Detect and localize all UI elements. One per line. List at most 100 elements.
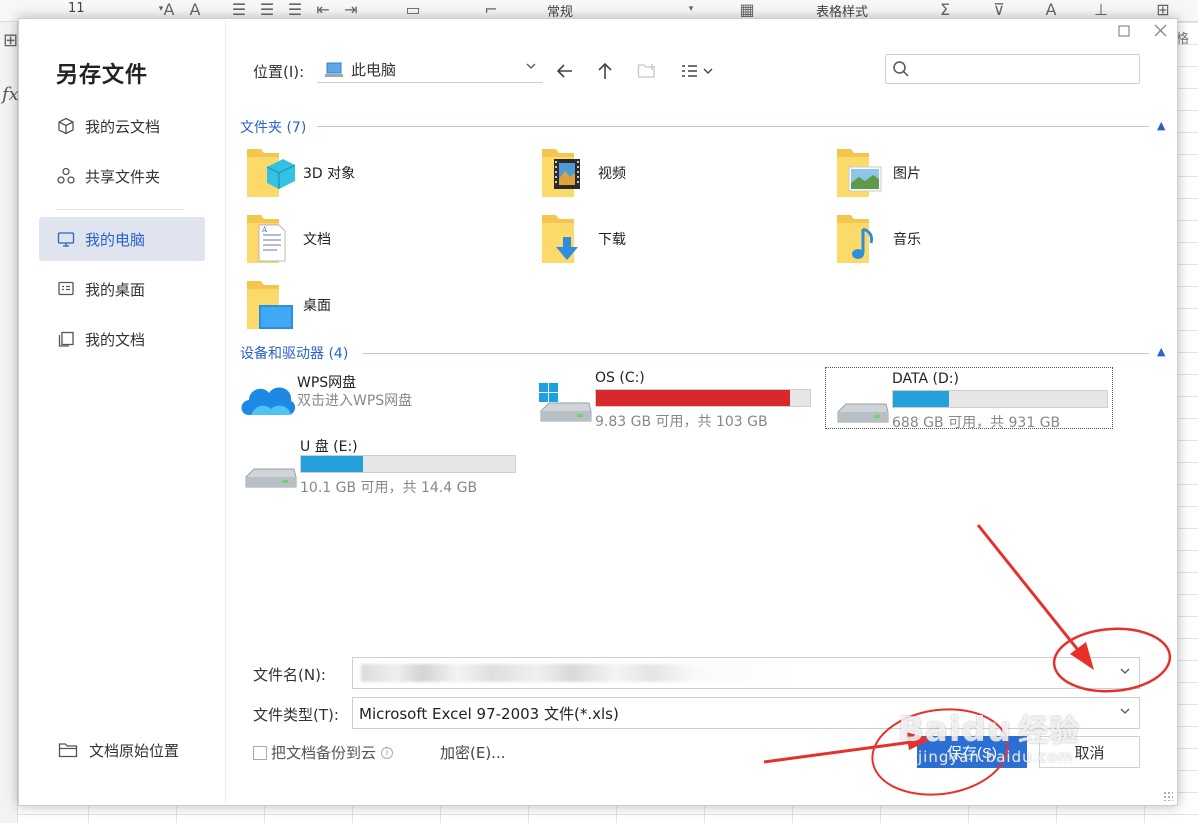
wps-cloud-icon — [241, 387, 296, 415]
folder-icon — [57, 739, 79, 761]
maximize-button[interactable] — [1113, 21, 1135, 43]
drive-space-info: 10.1 GB 可用，共 14.4 GB — [300, 480, 478, 496]
drive-usage-fill — [301, 456, 364, 472]
filter-icon[interactable]: ⊽ — [988, 0, 1010, 20]
list-view-icon — [682, 65, 713, 77]
resize-grip[interactable] — [1163, 791, 1173, 801]
original-location-label: 文档原始位置 — [89, 741, 180, 760]
filename-field[interactable] — [352, 657, 1140, 689]
wps-cloud-drive[interactable]: WPS网盘 双击进入WPS网盘 — [231, 369, 519, 431]
drive-name: OS (C:) — [595, 370, 645, 386]
documents-icon — [55, 328, 77, 350]
search-field[interactable] — [885, 54, 1140, 84]
folders-section-header[interactable]: 文件夹 (7) — [240, 117, 306, 137]
drive-subtitle: 双击进入WPS网盘 — [297, 393, 413, 409]
folder-3d-objects[interactable]: 3D 对象 — [243, 143, 523, 203]
font-size-box[interactable]: 11 — [68, 1, 85, 16]
folder-pictures[interactable]: 图片 — [833, 143, 1113, 203]
original-location-link[interactable]: 文档原始位置 — [57, 739, 179, 761]
collapse-up-icon[interactable]: ▲ — [1157, 119, 1165, 132]
folder-name: 图片 — [893, 166, 921, 182]
sort-icon[interactable]: A — [1040, 0, 1062, 20]
dialog-title: 另存文件 — [56, 63, 149, 88]
drive-usage-bar — [892, 390, 1108, 408]
folder-music[interactable]: 音乐 — [833, 209, 1113, 269]
close-button[interactable] — [1149, 21, 1171, 43]
encrypt-link[interactable]: 加密(E)... — [440, 742, 506, 763]
drive-c[interactable]: OS (C:) 9.83 GB 可用，共 103 GB — [529, 367, 817, 430]
monitor-icon — [55, 228, 77, 250]
sidebar-item-shared-folder[interactable]: 共享文件夹 — [39, 154, 205, 198]
drive-name: DATA (D:) — [892, 371, 959, 387]
folder-documents[interactable]: A 文档 — [243, 209, 523, 269]
sidebar-divider — [56, 209, 184, 210]
share-icon — [55, 165, 77, 187]
filetype-value: Microsoft Excel 97-2003 文件(*.xls) — [359, 704, 619, 723]
sum-icon[interactable]: Σ — [934, 0, 956, 20]
sidebar-item-cloud-docs[interactable]: 我的云文档 — [39, 104, 205, 148]
sidebar-item-my-computer[interactable]: 我的电脑 — [39, 217, 205, 261]
new-folder-button[interactable] — [633, 57, 661, 85]
align-left-icon[interactable]: ☰ — [228, 0, 250, 20]
sidebar-item-label: 我的文档 — [85, 330, 146, 349]
sidebar-item-label: 我的桌面 — [85, 280, 146, 299]
fx-label[interactable]: fx — [2, 84, 19, 105]
location-select[interactable]: 此电脑 — [317, 57, 543, 83]
align-right-icon[interactable]: ☰ — [284, 0, 306, 20]
arrow-left-icon — [556, 64, 572, 78]
increase-font-icon[interactable]: A — [158, 0, 180, 20]
format-icon[interactable]: ⊞ — [1152, 0, 1174, 20]
drive-space-info: 9.83 GB 可用，共 103 GB — [595, 414, 768, 430]
chevron-down-icon — [1119, 705, 1131, 720]
cell-style-icon[interactable]: ⊞ — [3, 30, 18, 51]
usb-drive-icon — [245, 468, 297, 488]
section-divider — [317, 126, 1149, 127]
align-center-icon[interactable]: ☰ — [256, 0, 278, 20]
drive-d[interactable]: DATA (D:) 688 GB 可用，共 931 GB — [825, 367, 1113, 431]
folder-name: 文档 — [303, 232, 331, 248]
conditional-format-icon[interactable]: ▦ — [736, 0, 758, 20]
drive-usage-fill — [893, 391, 949, 407]
folder-name: 下载 — [598, 232, 626, 248]
up-button[interactable] — [591, 57, 619, 85]
merge-cells-icon[interactable]: ▭ — [402, 0, 424, 20]
hard-drive-icon — [837, 403, 889, 423]
collapse-up-icon[interactable]: ▲ — [1157, 345, 1165, 358]
chevron-down-icon[interactable] — [1119, 665, 1131, 680]
folders-section-title: 文件夹 (7) — [240, 120, 307, 136]
devices-section-header[interactable]: 设备和驱动器 (4) — [240, 343, 348, 363]
view-mode-button[interactable] — [677, 57, 717, 85]
folder-name: 视频 — [598, 166, 626, 182]
windows-drive-icon — [539, 383, 592, 422]
watermark-brand-cn: 经验 — [1018, 714, 1081, 749]
sidebar-item-my-documents[interactable]: 我的文档 — [39, 317, 205, 361]
back-button[interactable] — [551, 57, 579, 85]
folder-name: 3D 对象 — [303, 166, 356, 182]
folder-desktop[interactable]: 桌面 — [243, 275, 523, 335]
devices-section-title: 设备和驱动器 (4) — [240, 346, 349, 362]
folder-downloads[interactable]: 下载 — [538, 209, 818, 269]
drive-e[interactable]: U 盘 (E:) 10.1 GB 可用，共 14.4 GB — [234, 433, 522, 496]
desktop-icon — [55, 278, 77, 300]
decrease-font-icon[interactable]: A — [184, 0, 206, 20]
arrow-up-icon — [598, 62, 612, 79]
wrap-text-icon[interactable]: ⌐ — [480, 0, 502, 20]
chevron-down-icon — [525, 60, 537, 75]
baidu-watermark: Baidu 经验 — [898, 706, 1080, 750]
info-icon[interactable]: i — [381, 746, 394, 759]
ribbon-side-text: 格 — [1176, 32, 1190, 47]
location-value: 此电脑 — [351, 61, 397, 79]
music-folder-icon — [833, 211, 885, 267]
svg-text:A: A — [261, 226, 268, 234]
checkbox-box[interactable] — [253, 745, 267, 760]
folder-videos[interactable]: 视频 — [538, 143, 818, 203]
indent-increase-icon[interactable]: ⇥ — [340, 0, 362, 20]
indent-decrease-icon[interactable]: ⇤ — [312, 0, 334, 20]
drive-name: U 盘 (E:) — [300, 439, 358, 455]
sidebar-item-my-desktop[interactable]: 我的桌面 — [39, 267, 205, 311]
backup-to-cloud-checkbox[interactable]: 把文档备份到云 i — [253, 742, 394, 763]
section-divider — [363, 353, 1149, 354]
row-header — [0, 22, 18, 823]
search-input[interactable] — [916, 59, 1134, 79]
fill-icon[interactable]: ⊥ — [1090, 0, 1112, 20]
